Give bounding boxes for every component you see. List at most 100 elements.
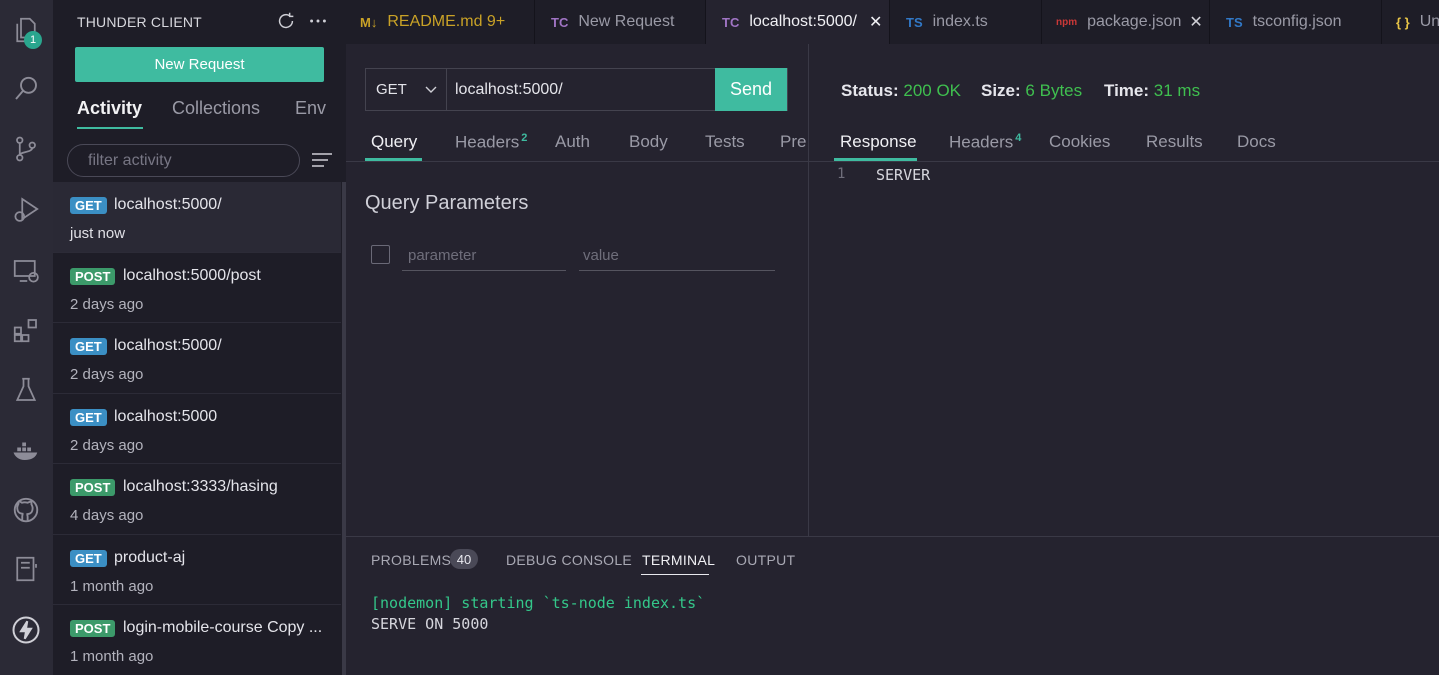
method-badge: GET <box>70 408 107 426</box>
terminal-line: [nodemon] starting `ts-node index.ts` <box>371 594 706 612</box>
tab-docs[interactable]: Docs <box>1237 132 1276 152</box>
tab-terminal[interactable]: TERMINAL <box>642 552 715 568</box>
tab-label: README.md 9+ <box>387 13 506 30</box>
tab-tests[interactable]: Tests <box>705 132 745 152</box>
tab-headers[interactable]: Headers 2 <box>455 132 527 153</box>
tab-new-request[interactable]: TC New Request <box>535 0 706 44</box>
sidebar-tabs: Activity Collections Env <box>77 98 337 130</box>
extensions-icon[interactable] <box>4 308 48 352</box>
parameter-input[interactable]: parameter <box>402 240 566 271</box>
editor-tab-bar: M↓ README.md 9+ TC New Request TC localh… <box>346 0 1439 44</box>
tab-problems[interactable]: PROBLEMS <box>371 552 451 568</box>
tab-pre[interactable]: Pre <box>780 132 806 152</box>
tsconfig-icon: TS <box>1226 14 1243 30</box>
json-icon: { } <box>1396 14 1410 30</box>
tab-untitled[interactable]: { } Un <box>1382 0 1439 44</box>
tab-readme[interactable]: M↓ README.md 9+ <box>346 0 535 44</box>
activity-time: 2 days ago <box>70 366 144 383</box>
activity-time: 4 days ago <box>70 507 144 524</box>
vscode-window: 1 THUNDER CLIENT New Request Activity Co… <box>0 0 1439 675</box>
activity-item[interactable]: POST login-mobile-course Copy ... 1 mont… <box>53 605 341 675</box>
source-control-icon[interactable] <box>4 127 48 171</box>
activity-url: localhost:3333/hasing <box>123 478 278 495</box>
activity-url: localhost:5000 <box>114 407 218 425</box>
chevron-down-icon <box>425 86 437 93</box>
tab-headers-label: Headers <box>455 132 520 152</box>
activity-list: GET localhost:5000/ just now POST localh… <box>53 182 341 675</box>
response-headers-count: 4 <box>1015 132 1022 144</box>
activity-item[interactable]: GET localhost:5000 2 days ago <box>53 394 341 464</box>
tab-label: New Request <box>578 13 675 30</box>
tab-response-headers[interactable]: Headers 4 <box>949 132 1021 153</box>
activity-item[interactable]: GET product-aj 1 month ago <box>53 535 341 605</box>
tab-env[interactable]: Env <box>295 98 326 119</box>
method-select[interactable]: GET <box>366 69 447 110</box>
docker-icon[interactable] <box>4 428 48 472</box>
thunder-client-icon[interactable] <box>4 608 48 652</box>
activity-item[interactable]: POST localhost:5000/post 2 days ago <box>53 253 341 323</box>
markdown-icon: M↓ <box>360 14 378 30</box>
filter-menu-icon[interactable] <box>311 151 333 169</box>
remote-explorer-icon[interactable] <box>4 249 48 293</box>
activity-url: login-mobile-course Copy ... <box>123 619 323 636</box>
activity-time: 2 days ago <box>70 295 144 313</box>
activity-url: localhost:5000/post <box>123 266 261 284</box>
terminal-line: SERVE ON 5000 <box>371 615 489 633</box>
method-badge: GET <box>70 338 107 355</box>
tab-collections[interactable]: Collections <box>172 98 260 119</box>
tab-cookies[interactable]: Cookies <box>1049 132 1110 152</box>
active-tab-indicator <box>641 574 709 575</box>
method-badge: GET <box>70 197 107 214</box>
close-icon[interactable]: ✕ <box>1189 12 1202 32</box>
filter-activity-input[interactable]: filter activity <box>67 144 300 177</box>
tab-package-json[interactable]: npm package.json ✕ <box>1042 0 1210 44</box>
active-tab-indicator <box>834 158 917 161</box>
testing-icon[interactable] <box>4 368 48 412</box>
time-stat: Time: 31 ms <box>1104 81 1200 101</box>
tab-label: localhost:5000/ <box>749 13 857 30</box>
activity-time: 1 month ago <box>70 577 154 595</box>
query-parameters-title: Query Parameters <box>365 192 529 214</box>
bottom-panel: PROBLEMS 40 DEBUG CONSOLE TERMINAL OUTPU… <box>346 536 1439 675</box>
tab-tsconfig[interactable]: TS tsconfig.json <box>1210 0 1382 44</box>
notebook-icon[interactable] <box>4 547 48 591</box>
send-button[interactable]: Send <box>715 68 787 111</box>
explorer-badge: 1 <box>24 31 42 49</box>
activity-url: localhost:5000/ <box>114 196 222 213</box>
value-input[interactable]: value <box>579 240 775 271</box>
method-value: GET <box>376 81 407 98</box>
tab-output[interactable]: OUTPUT <box>736 552 795 568</box>
status-label: Status: <box>841 81 899 100</box>
line-number: 1 <box>837 166 846 182</box>
thunder-client-tab-icon: TC <box>722 14 740 30</box>
status-value: 200 OK <box>903 81 962 100</box>
new-request-button[interactable]: New Request <box>75 47 324 82</box>
tab-results[interactable]: Results <box>1146 132 1203 152</box>
search-icon[interactable] <box>4 67 48 111</box>
tab-response[interactable]: Response <box>840 132 917 152</box>
tab-localhost[interactable]: TC localhost:5000/ ✕ <box>706 0 890 44</box>
typescript-icon: TS <box>906 14 923 30</box>
tab-debug-console[interactable]: DEBUG CONSOLE <box>506 552 632 568</box>
activity-item[interactable]: GET localhost:5000/ 2 days ago <box>53 323 341 394</box>
problems-count-badge: 40 <box>450 549 478 569</box>
tab-auth[interactable]: Auth <box>555 132 590 152</box>
tab-index-ts[interactable]: TS index.ts <box>890 0 1042 44</box>
github-icon[interactable] <box>4 488 48 532</box>
refresh-icon[interactable] <box>275 10 297 32</box>
close-icon[interactable]: ✕ <box>869 12 882 32</box>
tab-body[interactable]: Body <box>629 132 668 152</box>
run-debug-icon[interactable] <box>4 187 48 231</box>
headers-count: 2 <box>521 132 528 144</box>
activity-item[interactable]: POST localhost:3333/hasing 4 days ago <box>53 464 341 535</box>
response-tabs: Response Headers 4 Cookies Results Docs <box>809 128 1439 162</box>
activity-time: 2 days ago <box>70 436 144 454</box>
npm-icon: npm <box>1056 16 1078 28</box>
tab-query[interactable]: Query <box>371 132 417 152</box>
activity-item[interactable]: GET localhost:5000/ just now <box>53 182 341 253</box>
more-actions-icon[interactable] <box>307 10 329 32</box>
param-checkbox[interactable] <box>371 245 390 264</box>
status-stat: Status: 200 OK <box>841 81 961 101</box>
tab-activity[interactable]: Activity <box>77 98 142 119</box>
thunder-client-tab-icon: TC <box>551 14 569 30</box>
